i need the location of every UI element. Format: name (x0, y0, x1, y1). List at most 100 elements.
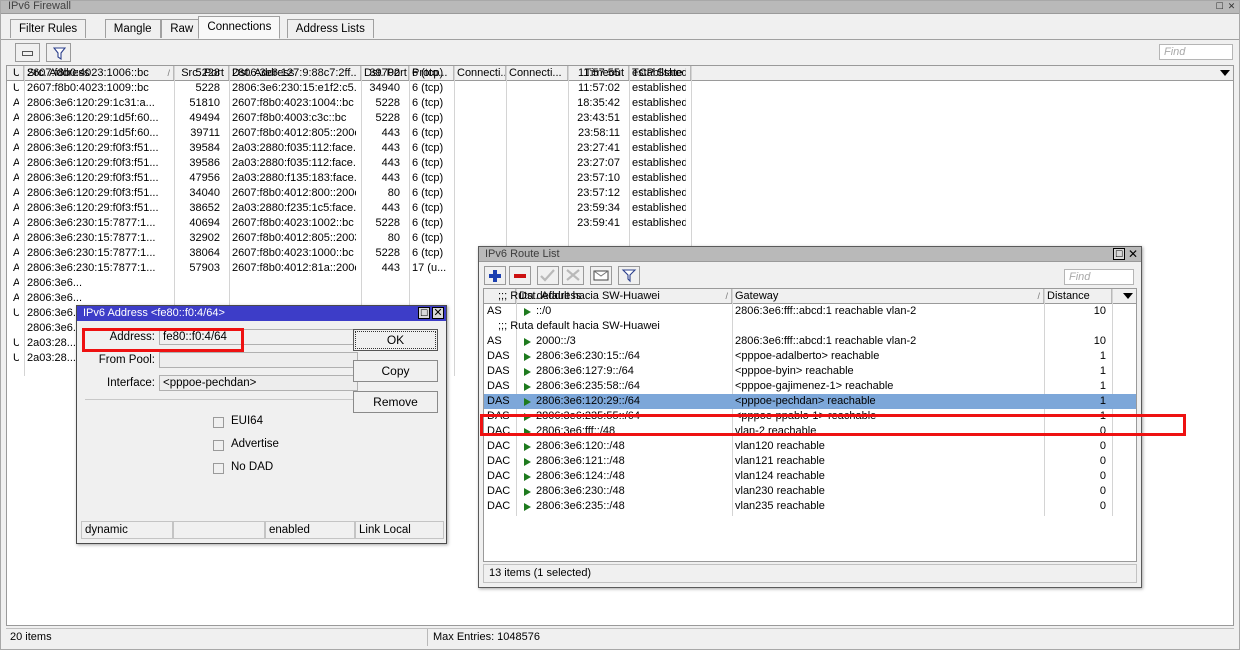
cell-dst: 2a03:2880:f135:183:face... (229, 171, 356, 186)
route-active-arrow-icon (524, 308, 531, 316)
cell-c1 (454, 111, 501, 126)
no-dad-checkbox[interactable] (213, 463, 224, 474)
route-row[interactable]: DAS2806:3e6:235:55::/64<pppoe-ppablo-1> … (484, 409, 1136, 424)
connection-row[interactable]: A2806:3e6:120:29:1d5f:60...494942607:f8b… (7, 111, 1233, 126)
cell-dport: 5228 (361, 96, 404, 111)
route-find-input[interactable]: Find (1064, 269, 1134, 285)
firewall-tabstrip: Filter Rules MangleRawConnections Address … (1, 14, 1239, 40)
connection-row[interactable]: U2607:f8b0:4023:1006::bc52282806:3e6:127… (7, 66, 1233, 81)
cell-timeout (568, 231, 624, 246)
route-row[interactable]: DAC2806:3e6:121::/48vlan121 reachable0 (484, 454, 1136, 469)
firewall-title: IPv6 Firewall (8, 0, 71, 12)
from-pool-input[interactable] (159, 352, 358, 368)
enable-route-button[interactable] (537, 266, 559, 285)
route-row[interactable]: DAC2806:3e6:235::/48vlan235 reachable0 (484, 499, 1136, 514)
interface-input[interactable]: <pppoe-pechdan> (159, 375, 358, 391)
cell-src: 2806:3e6:120:29:f0f3:f51... (24, 156, 169, 171)
route-comment-row[interactable]: ;;; Ruta default hacia SW-Huawei (484, 319, 1136, 334)
firewall-find-placeholder: Find (1164, 46, 1185, 58)
copy-button[interactable]: Copy (353, 360, 438, 382)
connection-row[interactable]: A2806:3e6:230:15:7877:1...406942607:f8b0… (7, 216, 1233, 231)
cell-sport: 38652 (174, 201, 224, 216)
connection-row[interactable]: A2806:3e6:120:29:f0f3:f51...386522a03:28… (7, 201, 1233, 216)
cell-dst: 2607:f8b0:4012:800::200e (229, 186, 356, 201)
maximize-icon[interactable]: ☐ (418, 307, 430, 319)
route-row[interactable]: DAC2806:3e6:fff::/48vlan-2 reachable0 (484, 424, 1136, 439)
ok-button[interactable]: OK (353, 329, 438, 351)
remove-connection-button[interactable] (15, 43, 40, 62)
route-active-arrow-icon (524, 353, 531, 361)
cell-flag: U (10, 306, 19, 321)
cell-sport: 39586 (174, 156, 224, 171)
connection-row[interactable]: A2806:3e6:120:29:1d5f:60...397112607:f8b… (7, 126, 1233, 141)
cell-state: established (629, 216, 686, 231)
connection-row[interactable]: A2806:3e6:120:29:1c31:a...518102607:f8b0… (7, 96, 1233, 111)
route-flags: DAC (487, 469, 515, 484)
filter-button[interactable] (46, 43, 71, 62)
cell-state: established (629, 66, 686, 81)
add-route-button[interactable] (484, 266, 506, 285)
tab-connections[interactable]: Connections (198, 16, 280, 39)
close-icon[interactable]: ✕ (1127, 248, 1139, 260)
tab-filter-rules[interactable]: Filter Rules (10, 19, 86, 38)
cell-flag: A (10, 276, 19, 291)
route-row[interactable]: AS::/02806:3e6:fff::abcd:1 reachable vla… (484, 304, 1136, 319)
route-gateway: 2806:3e6:fff::abcd:1 reachable vlan-2 (735, 334, 1040, 349)
tab-raw[interactable]: Raw (161, 19, 202, 38)
filter-route-button[interactable] (618, 266, 640, 285)
route-distance: 10 (1044, 304, 1106, 319)
cell-dport: 5228 (361, 246, 404, 261)
route-gateway: <pppoe-byin> reachable (735, 364, 1040, 379)
from-pool-label: From Pool: (85, 354, 155, 366)
route-flags: DAC (487, 439, 515, 454)
route-row[interactable]: DAC2806:3e6:124::/48vlan124 reachable0 (484, 469, 1136, 484)
connection-row[interactable]: U2607:f8b0:4023:1009::bc52282806:3e6:230… (7, 81, 1233, 96)
route-flags: DAC (487, 454, 515, 469)
cell-c1 (454, 156, 501, 171)
cell-c1 (454, 96, 501, 111)
tab-mangle[interactable]: Mangle (105, 19, 161, 38)
route-row[interactable]: AS2000::/32806:3e6:fff::abcd:1 reachable… (484, 334, 1136, 349)
cell-dport: 443 (361, 141, 404, 156)
close-icon[interactable]: ✕ (1226, 1, 1237, 12)
route-row[interactable]: DAC2806:3e6:120::/48vlan120 reachable0 (484, 439, 1136, 454)
route-row[interactable]: DAS2806:3e6:120:29::/64<pppoe-pechdan> r… (484, 394, 1136, 409)
connection-row[interactable]: A2806:3e6:230:15:7877:1...329022607:f8b0… (7, 231, 1233, 246)
connection-row[interactable]: A2806:3e6:120:29:f0f3:f51...395842a03:28… (7, 141, 1233, 156)
connection-row[interactable]: A2806:3e6:120:29:f0f3:f51...340402607:f8… (7, 186, 1233, 201)
cell-proto: 6 (tcp) (409, 231, 449, 246)
cell-timeout: 23:58:11 (568, 126, 624, 141)
eui64-checkbox[interactable] (213, 417, 224, 428)
address-input[interactable]: fe80::f0:4/64 (159, 329, 358, 345)
route-row[interactable]: DAS2806:3e6:230:15::/64<pppoe-adalberto>… (484, 349, 1136, 364)
cell-c1 (454, 141, 501, 156)
maximize-icon[interactable]: ☐ (1113, 248, 1125, 260)
route-flags: AS (487, 304, 515, 319)
cell-dport: 443 (361, 201, 404, 216)
cell-proto: 17 (u... (409, 261, 449, 276)
route-row[interactable]: DAC2806:3e6:230::/48vlan230 reachable0 (484, 484, 1136, 499)
route-row[interactable]: DAS2806:3e6:127:9::/64<pppoe-byin> reach… (484, 364, 1136, 379)
route-column-chooser-icon[interactable] (1123, 293, 1133, 299)
tab-address-lists[interactable]: Address Lists (287, 19, 374, 38)
connection-row[interactable]: A2806:3e6:120:29:f0f3:f51...395862a03:28… (7, 156, 1233, 171)
route-table: Dst. Address/Gateway/Distance ;;; Ruta d… (483, 288, 1137, 562)
maximize-icon[interactable]: ☐ (1214, 1, 1225, 12)
cell-dst: 2607:f8b0:4003:c3c::bc (229, 111, 356, 126)
cell-sport: 39711 (174, 126, 224, 141)
route-distance: 1 (1044, 349, 1106, 364)
connection-row[interactable]: A2806:3e6:120:29:f0f3:f51...479562a03:28… (7, 171, 1233, 186)
route-comment-row[interactable]: ;;; Ruta default hacia SW-Huawei (484, 289, 1136, 304)
remove-route-button[interactable] (509, 266, 531, 285)
cell-timeout: 23:27:41 (568, 141, 624, 156)
firewall-find-input[interactable]: Find (1159, 44, 1233, 60)
cell-c1 (454, 201, 501, 216)
route-row[interactable]: DAS2806:3e6:235:58::/64<pppoe-gajimenez-… (484, 379, 1136, 394)
cell-proto (409, 276, 449, 291)
remove-button[interactable]: Remove (353, 391, 438, 413)
column-chooser-icon[interactable] (1220, 70, 1230, 76)
close-icon[interactable]: ✕ (432, 307, 444, 319)
disable-route-button[interactable] (562, 266, 584, 285)
comment-route-button[interactable] (590, 266, 612, 285)
advertise-checkbox[interactable] (213, 440, 224, 451)
